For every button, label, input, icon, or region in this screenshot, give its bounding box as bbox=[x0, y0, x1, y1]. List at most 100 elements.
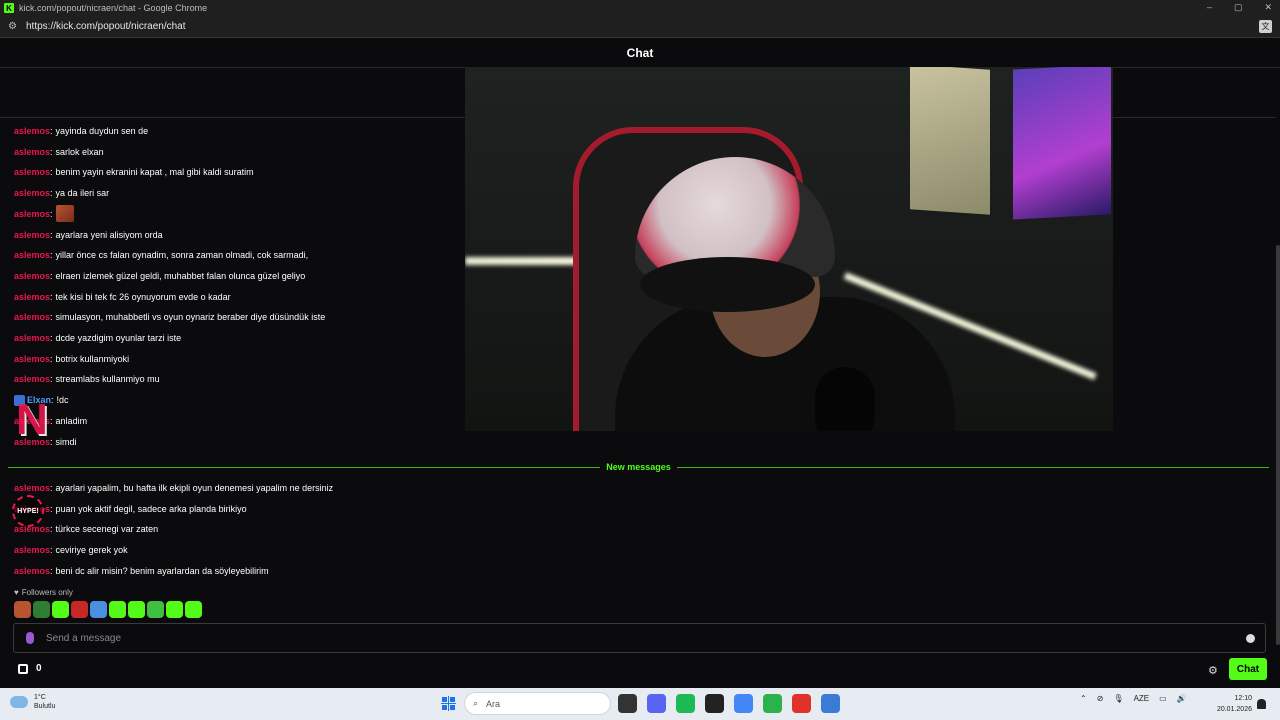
message-text: yayinda duydun sen de bbox=[55, 126, 149, 136]
message-username[interactable]: aslemos bbox=[14, 271, 50, 281]
clock-time: 12:10 bbox=[1234, 695, 1252, 702]
message-text: sarlok elxan bbox=[55, 146, 104, 157]
quick-emote-icon[interactable] bbox=[185, 601, 202, 618]
message-input[interactable] bbox=[46, 632, 1246, 644]
message-text: simulasyon, muhabbetli vs oyun oynariz b… bbox=[55, 312, 326, 323]
taskbar-app-icon[interactable] bbox=[647, 694, 666, 713]
start-menu-icon[interactable] bbox=[441, 696, 456, 711]
message-username[interactable]: aslemos bbox=[14, 292, 50, 302]
followers-only-notice: ♥ Followers only bbox=[14, 588, 73, 597]
microphone bbox=[815, 367, 875, 431]
weather-widget[interactable]: 1°C Bulutlu bbox=[10, 693, 55, 711]
emoji-picker-icon[interactable] bbox=[1246, 633, 1255, 643]
message-emote-icon[interactable] bbox=[55, 205, 74, 223]
message-username[interactable]: aslemos bbox=[14, 312, 50, 322]
message-username[interactable]: aslemos bbox=[14, 188, 50, 198]
url-text[interactable]: https://kick.com/popout/nicraen/chat bbox=[26, 21, 186, 32]
windows-taskbar: 1°C Bulutlu ⌕ Ara ⌃ ⊘ 🎙 AZE ▭ 🔊 12:10 20… bbox=[0, 688, 1280, 720]
stream-video-overlay[interactable] bbox=[465, 67, 1113, 431]
translate-icon[interactable]: 文 bbox=[1259, 20, 1272, 33]
divider-line-left bbox=[8, 466, 601, 468]
browser-title-bar: K kick.com/popout/nicraen/chat - Google … bbox=[0, 0, 1280, 16]
chat-message: aslemos: simulasyon, muhabbetli vs oyun o… bbox=[14, 310, 325, 324]
message-input-box[interactable] bbox=[13, 623, 1266, 653]
microphone-icon[interactable] bbox=[26, 632, 34, 644]
followers-only-label: Followers only bbox=[21, 588, 73, 597]
site-settings-icon[interactable]: ⚙ bbox=[8, 21, 20, 32]
taskbar-app-icon[interactable] bbox=[792, 694, 811, 713]
message-separator: : bbox=[50, 126, 53, 136]
chat-message: aslemos: ya da ileri sar bbox=[14, 186, 109, 200]
chat-message: aslemos: yillar önce cs falan oynadim, so… bbox=[14, 248, 308, 262]
message-text: streamlabs kullanmiyo mu bbox=[55, 374, 160, 385]
message-separator: : bbox=[50, 291, 53, 302]
maximize-button[interactable]: ▢ bbox=[1234, 2, 1243, 13]
message-username[interactable]: aslemos bbox=[14, 483, 50, 493]
taskbar-clock[interactable]: 12:10 20.01.2026 bbox=[1212, 693, 1252, 715]
chat-message: aslemos:puan yok aktif degil, sadece ark… bbox=[14, 502, 247, 516]
divider-line-right bbox=[676, 466, 1270, 468]
message-username[interactable]: aslemos bbox=[14, 147, 50, 157]
window-title: kick.com/popout/nicraen/chat - Google Ch… bbox=[19, 3, 208, 13]
chat-message: aslemos: yayinda duydun sen de bbox=[14, 124, 148, 138]
chat-send-button[interactable]: Chat bbox=[1229, 658, 1267, 680]
quick-emote-icon[interactable] bbox=[71, 601, 88, 618]
language-indicator[interactable]: AZE bbox=[1134, 694, 1150, 703]
message-text: ayarlara yeni alisiyom orda bbox=[55, 229, 163, 240]
chat-scrollbar[interactable] bbox=[1276, 70, 1280, 682]
close-button[interactable]: ✕ bbox=[1264, 2, 1272, 13]
message-username[interactable]: aslemos bbox=[14, 209, 50, 219]
channel-points[interactable]: 0 bbox=[18, 663, 42, 674]
message-separator: : bbox=[50, 312, 53, 323]
heart-icon: ♥ bbox=[14, 588, 19, 597]
new-messages-divider: New messages bbox=[8, 460, 1270, 474]
cap-brim bbox=[640, 257, 815, 312]
taskbar-app-icon[interactable] bbox=[676, 694, 695, 713]
message-username[interactable]: aslemos bbox=[14, 374, 50, 384]
taskbar-app-icon[interactable] bbox=[734, 694, 753, 713]
message-text: puan yok aktif degil, sadece arka planda… bbox=[55, 503, 247, 514]
quick-emote-icon[interactable] bbox=[147, 601, 164, 618]
start-tile bbox=[441, 704, 448, 711]
taskbar-app-icon[interactable] bbox=[821, 694, 840, 713]
message-separator: : bbox=[50, 188, 53, 199]
scrollbar-thumb[interactable] bbox=[1276, 245, 1280, 645]
notification-bell-icon[interactable] bbox=[1257, 699, 1266, 709]
volume-icon[interactable]: 🔊 bbox=[1177, 694, 1187, 703]
display-icon[interactable]: ▭ bbox=[1159, 694, 1167, 703]
message-username[interactable]: aslemos bbox=[14, 545, 50, 555]
taskbar-app-icon[interactable] bbox=[763, 694, 782, 713]
taskbar-search[interactable]: ⌕ Ara bbox=[464, 692, 611, 715]
mic-tray-icon[interactable]: 🎙 bbox=[1113, 694, 1123, 703]
tray-chevron-icon[interactable]: ⌃ bbox=[1080, 694, 1087, 703]
message-separator: : bbox=[50, 208, 53, 219]
quick-emote-icon[interactable] bbox=[33, 601, 50, 618]
network-icon[interactable]: ⊘ bbox=[1097, 694, 1104, 703]
message-username[interactable]: aslemos bbox=[14, 250, 50, 260]
message-text: beni dc alir misin? benim ayarlardan da … bbox=[55, 565, 269, 576]
address-bar[interactable]: ⚙ https://kick.com/popout/nicraen/chat 文 bbox=[0, 16, 1280, 38]
taskbar-app-icon[interactable] bbox=[618, 694, 637, 713]
quick-emote-icon[interactable] bbox=[90, 601, 107, 618]
quick-emote-icon[interactable] bbox=[166, 601, 183, 618]
message-username[interactable]: aslemos bbox=[14, 167, 50, 177]
message-separator: : bbox=[50, 565, 53, 576]
message-username[interactable]: aslemos bbox=[14, 230, 50, 240]
quick-emote-icon[interactable] bbox=[109, 601, 126, 618]
clock-date: 20.01.2026 bbox=[1216, 706, 1252, 713]
taskbar-app-icon[interactable] bbox=[705, 694, 724, 713]
message-username[interactable]: aslemos bbox=[14, 126, 50, 136]
minimize-button[interactable]: – bbox=[1207, 2, 1212, 13]
message-separator: : bbox=[50, 374, 53, 385]
message-username[interactable]: aslemos bbox=[14, 566, 50, 576]
message-separator: : bbox=[50, 483, 53, 493]
message-text: tek kisi bi tek fc 26 oynuyorum evde o k… bbox=[55, 291, 231, 302]
quick-emote-icon[interactable] bbox=[14, 601, 31, 618]
chat-message: aslemos: bbox=[14, 205, 74, 223]
message-username[interactable]: aslemos bbox=[14, 354, 50, 364]
quick-emote-icon[interactable] bbox=[52, 601, 69, 618]
chat-settings-icon[interactable]: ⚙ bbox=[1208, 664, 1218, 677]
message-separator: : bbox=[50, 229, 53, 240]
message-username[interactable]: aslemos bbox=[14, 333, 50, 343]
quick-emote-icon[interactable] bbox=[128, 601, 145, 618]
